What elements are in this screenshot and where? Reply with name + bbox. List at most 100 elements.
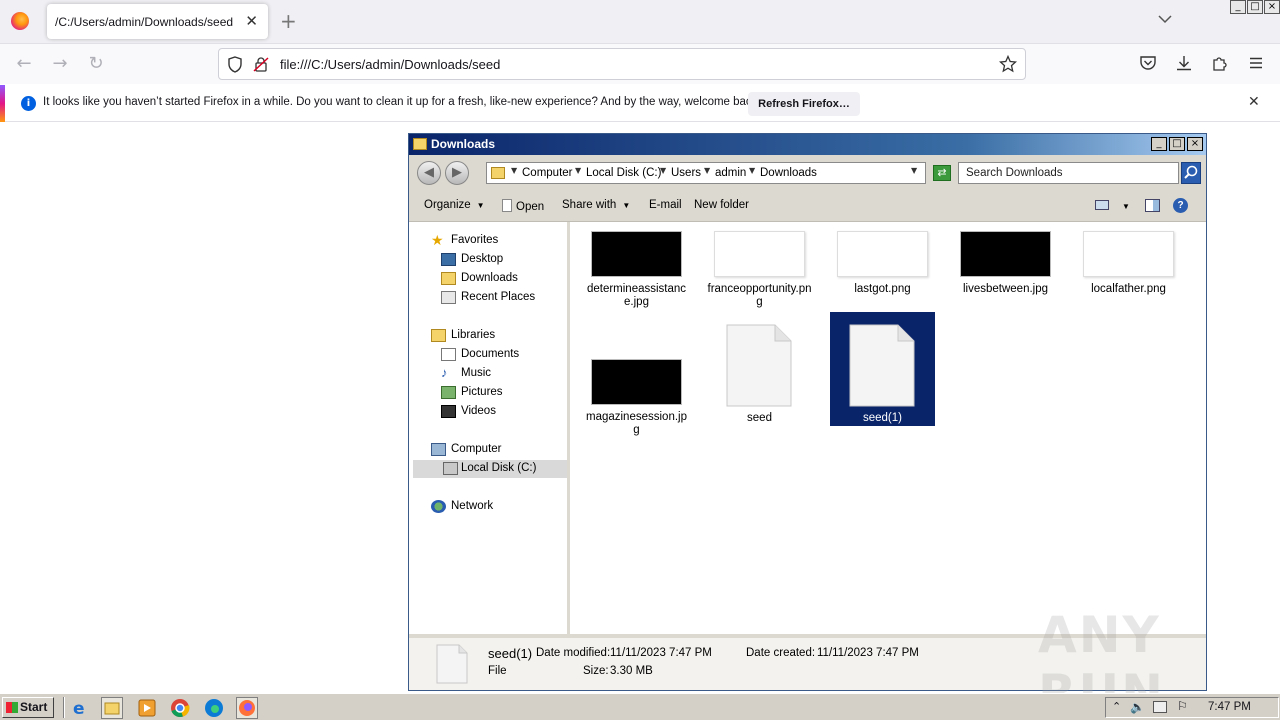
- close-button[interactable]: ×: [1264, 0, 1280, 14]
- file-item[interactable]: seed: [707, 316, 812, 428]
- explorer-title-bar[interactable]: Downloads _ □ ×: [409, 134, 1206, 155]
- nav-downloads[interactable]: Downloads: [441, 270, 561, 288]
- url-bar[interactable]: file:///C:/Users/admin/Downloads/seed: [218, 48, 1026, 80]
- internet-explorer-icon[interactable]: e: [69, 697, 91, 719]
- nav-videos[interactable]: Videos: [441, 403, 561, 421]
- email-button[interactable]: E-mail: [649, 199, 682, 211]
- nav-local-disk[interactable]: Local Disk (C:): [413, 460, 567, 478]
- navigation-toolbar: ← → ↻ file:///C:/Users/admin/Downloads/s…: [0, 44, 1280, 84]
- chevron-right-icon[interactable]: ▼: [575, 166, 581, 175]
- chevron-right-icon[interactable]: ▼: [511, 166, 517, 175]
- file-item[interactable]: franceopportunity.png: [707, 222, 812, 312]
- help-icon[interactable]: ?: [1173, 198, 1188, 213]
- breadcrumb-downloads[interactable]: Downloads: [760, 167, 817, 179]
- nav-pictures[interactable]: Pictures: [441, 384, 561, 402]
- open-label: Open: [516, 201, 545, 213]
- new-tab-icon[interactable]: +: [280, 11, 297, 31]
- image-thumbnail: [591, 231, 682, 277]
- nav-desktop[interactable]: Desktop: [441, 251, 561, 269]
- preview-pane-icon[interactable]: [1145, 199, 1160, 215]
- address-dropdown-icon[interactable]: ▼: [911, 166, 917, 175]
- chevron-right-icon[interactable]: ▼: [704, 166, 710, 175]
- downloads-icon[interactable]: [1175, 54, 1193, 75]
- pocket-icon[interactable]: [1139, 54, 1157, 75]
- forward-arrow-icon[interactable]: →: [50, 54, 70, 74]
- pictures-icon: [441, 386, 456, 399]
- share-with-button[interactable]: Share with ▼: [562, 199, 630, 211]
- explorer-maximize-button[interactable]: □: [1169, 137, 1185, 151]
- edge-icon[interactable]: [203, 697, 225, 719]
- organize-label: Organize: [424, 199, 471, 211]
- chevron-right-icon[interactable]: ▼: [749, 166, 755, 175]
- nav-libraries[interactable]: Libraries: [431, 327, 561, 345]
- explorer-back-icon[interactable]: ◀: [417, 161, 441, 185]
- system-tray: ⌃ 🔈 ⚐ 7:47 PM: [1105, 697, 1279, 718]
- minimize-button[interactable]: _: [1230, 0, 1246, 14]
- taskbar: Start e ⌃ 🔈 ⚐ 7:47 PM: [0, 693, 1280, 720]
- change-view-icon[interactable]: [1095, 200, 1109, 213]
- search-placeholder: Search Downloads: [966, 167, 1063, 179]
- tray-expand-icon[interactable]: ⌃: [1112, 700, 1121, 713]
- tab-active[interactable]: /C:/Users/admin/Downloads/seed ✕: [47, 4, 268, 39]
- insecure-lock-icon[interactable]: [253, 56, 269, 76]
- file-item[interactable]: determineassistance.jpg: [584, 222, 689, 312]
- back-arrow-icon[interactable]: ←: [14, 54, 34, 74]
- notification-close-icon[interactable]: ✕: [1248, 94, 1260, 110]
- file-item[interactable]: magazinesession.jpg: [584, 350, 689, 440]
- nav-computer[interactable]: Computer: [431, 441, 561, 459]
- file-item-selected[interactable]: seed(1): [830, 312, 935, 426]
- maximize-button[interactable]: □: [1247, 0, 1263, 14]
- date-modified-label: Date modified:: [536, 647, 611, 659]
- search-input[interactable]: Search Downloads: [958, 162, 1179, 184]
- firefox-taskbar-icon[interactable]: [236, 697, 258, 719]
- nav-network[interactable]: Network: [431, 498, 561, 516]
- shield-icon[interactable]: [227, 56, 243, 76]
- explorer-refresh-icon[interactable]: ⇄: [933, 165, 951, 181]
- refresh-firefox-button[interactable]: Refresh Firefox…: [748, 92, 860, 116]
- folder-icon: [413, 138, 427, 150]
- breadcrumb-users[interactable]: Users: [671, 167, 701, 179]
- size-value: 3.30 MB: [610, 665, 653, 677]
- new-folder-button[interactable]: New folder: [694, 199, 749, 211]
- volume-icon[interactable]: 🔈: [1130, 700, 1145, 714]
- clock[interactable]: 7:47 PM: [1208, 701, 1251, 713]
- tab-list-chevron-icon[interactable]: [1158, 13, 1172, 27]
- address-bar[interactable]: ▼ Computer ▼ Local Disk (C:) ▼ Users ▼ a…: [486, 162, 926, 184]
- documents-icon: [441, 348, 456, 361]
- recent-places-icon: [441, 291, 456, 304]
- nav-recent-places[interactable]: Recent Places: [441, 289, 561, 307]
- nav-documents[interactable]: Documents: [441, 346, 561, 364]
- nav-music[interactable]: ♪ Music: [441, 365, 561, 383]
- organize-button[interactable]: Organize ▼: [424, 199, 485, 211]
- address-folder-icon: [491, 167, 505, 179]
- explorer-address-area: ◀ ▶ ▼ Computer ▼ Local Disk (C:) ▼ Users…: [409, 155, 1206, 190]
- action-center-flag-icon[interactable]: ⚐: [1177, 699, 1188, 713]
- start-button[interactable]: Start: [2, 697, 54, 718]
- bookmark-star-icon[interactable]: [998, 54, 1018, 76]
- network-tray-icon[interactable]: [1153, 701, 1167, 713]
- media-player-icon[interactable]: [136, 697, 158, 719]
- file-item[interactable]: localfather.png: [1076, 222, 1181, 312]
- file-item[interactable]: livesbetween.jpg: [953, 222, 1058, 312]
- explorer-forward-icon[interactable]: ▶: [445, 161, 469, 185]
- explorer-minimize-button[interactable]: _: [1151, 137, 1167, 151]
- nav-favorites[interactable]: ★ Favorites: [431, 232, 561, 250]
- menu-icon[interactable]: [1247, 54, 1265, 75]
- explorer-close-button[interactable]: ×: [1187, 137, 1203, 151]
- view-options-caret-icon[interactable]: ▼: [1122, 202, 1130, 211]
- extensions-icon[interactable]: [1211, 54, 1229, 75]
- explorer-taskbar-icon[interactable]: [101, 697, 123, 719]
- navigation-pane: ★ Favorites Desktop Downloads Recent Pla…: [412, 222, 570, 634]
- open-button[interactable]: Open: [502, 199, 544, 213]
- chevron-right-icon[interactable]: ▼: [660, 166, 666, 175]
- tab-close-icon[interactable]: ✕: [245, 12, 258, 30]
- chrome-icon[interactable]: [169, 697, 191, 719]
- file-item[interactable]: lastgot.png: [830, 222, 935, 312]
- breadcrumb-computer[interactable]: Computer: [522, 167, 573, 179]
- url-text: file:///C:/Users/admin/Downloads/seed: [280, 57, 501, 72]
- breadcrumb-admin[interactable]: admin: [715, 167, 746, 179]
- file-name: lastgot.png: [854, 283, 911, 295]
- search-icon[interactable]: [1181, 162, 1201, 184]
- reload-icon[interactable]: ↻: [86, 54, 106, 74]
- breadcrumb-local-disk[interactable]: Local Disk (C:): [586, 167, 661, 179]
